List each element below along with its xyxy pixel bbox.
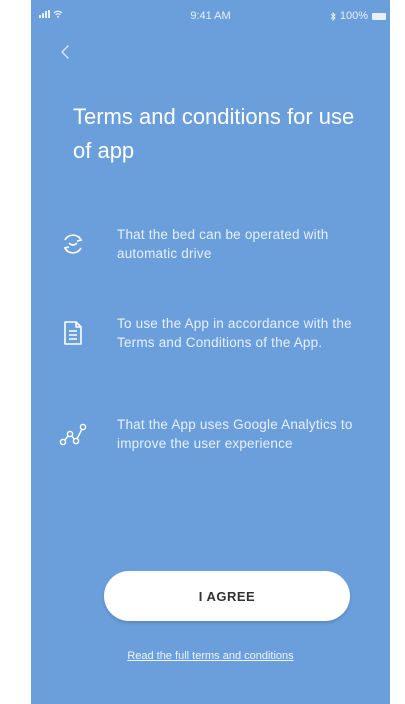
back-button[interactable] [57, 40, 73, 64]
analytics-icon [53, 414, 93, 454]
battery-icon [372, 12, 386, 20]
list-item: To use the App in accordance with the Te… [53, 313, 373, 353]
agree-button[interactable]: I AGREE [104, 571, 350, 621]
item-text: That the bed can be operated with automa… [117, 227, 329, 261]
status-right: 100% [330, 10, 386, 22]
list-item: That the App uses Google Analytics to im… [53, 414, 373, 454]
battery-percent: 100% [339, 10, 368, 22]
status-bar: 9:41 AM 100% [31, 0, 390, 30]
bluetooth-icon [330, 11, 336, 21]
document-icon [53, 313, 93, 353]
sync-icon [53, 224, 93, 264]
terms-screen: 9:41 AM 100% Terms and conditions for us… [31, 0, 390, 704]
item-text: That the App uses Google Analytics to im… [117, 417, 353, 451]
item-text: To use the App in accordance with the Te… [117, 316, 352, 350]
full-terms-link[interactable]: Read the full terms and conditions [31, 650, 390, 662]
page-title: Terms and conditions for use of app [73, 104, 355, 163]
list-item: That the bed can be operated with automa… [53, 224, 373, 264]
chevron-left-icon [61, 45, 69, 59]
